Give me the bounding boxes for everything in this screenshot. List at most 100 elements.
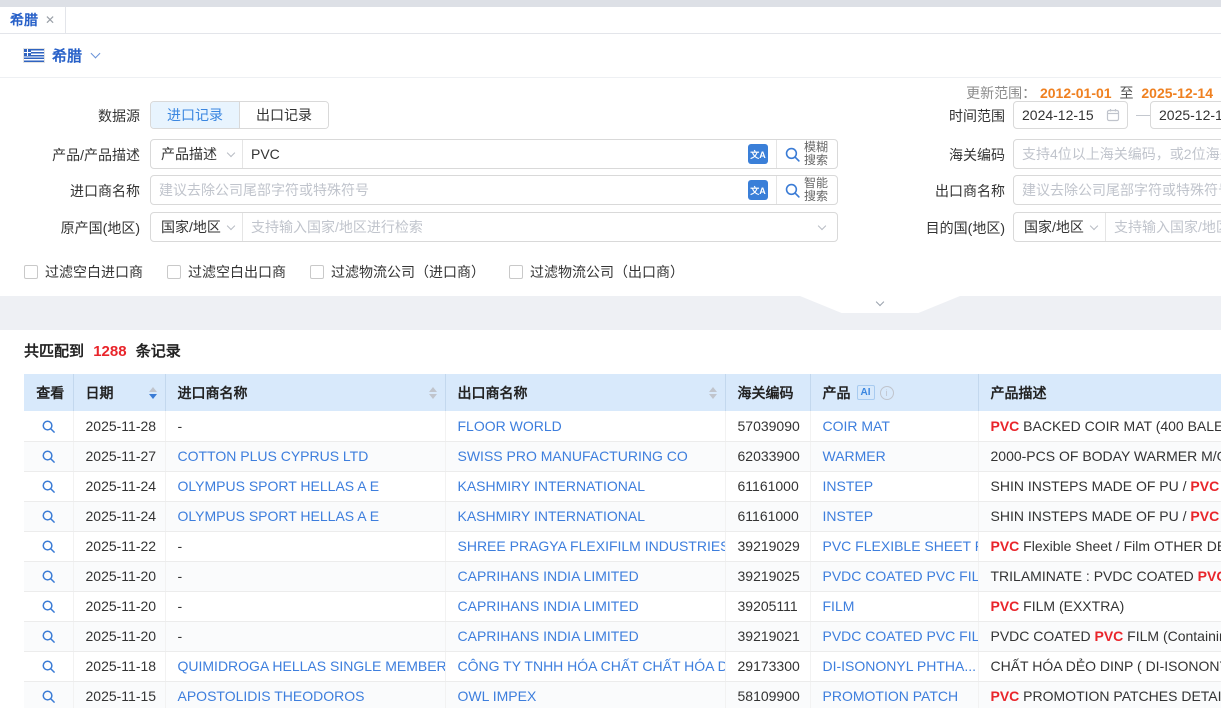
checkbox-filter-blank-importer[interactable]: 过滤空白进口商: [24, 262, 143, 282]
checkbox-filter-logistics-importer[interactable]: 过滤物流公司（进口商）: [310, 262, 485, 282]
product-link[interactable]: FILM: [823, 598, 855, 614]
date-end-input[interactable]: [1150, 101, 1221, 129]
exporter-link[interactable]: OWL IMPEX: [458, 688, 537, 704]
cell-exporter: CAPRIHANS INDIA LIMITED: [445, 591, 725, 621]
chevron-down-icon: [876, 298, 884, 306]
importer-link[interactable]: OLYMPUS SPORT HELLAS A E: [178, 508, 380, 524]
origin-input[interactable]: [243, 213, 819, 241]
checkbox-label: 过滤空白出口商: [188, 262, 286, 282]
collapse-form-button[interactable]: [800, 296, 960, 313]
product-link[interactable]: WARMER: [823, 448, 886, 464]
data-source-label: 数据源: [0, 106, 140, 126]
chevron-down-icon[interactable]: [818, 221, 826, 229]
importer-link[interactable]: OLYMPUS SPORT HELLAS A E: [178, 478, 380, 494]
exporter-link[interactable]: SWISS PRO MANUFACTURING CO: [458, 448, 688, 464]
exporter-link[interactable]: KASHMIRY INTERNATIONAL: [458, 508, 645, 524]
table-row: 2025-11-20-CAPRIHANS INDIA LIMITED392051…: [24, 591, 1221, 621]
product-link[interactable]: INSTEP: [823, 478, 874, 494]
product-link[interactable]: INSTEP: [823, 508, 874, 524]
cell-exporter: KASHMIRY INTERNATIONAL: [445, 501, 725, 531]
view-record-icon[interactable]: [41, 509, 56, 524]
product-search-input[interactable]: [243, 140, 748, 168]
cell-view: [24, 441, 73, 471]
exporter-input[interactable]: [1013, 175, 1221, 205]
importer-link[interactable]: APOSTOLIDIS THEODOROS: [178, 688, 365, 704]
sort-carets[interactable]: [149, 387, 157, 399]
tab-greece[interactable]: 希腊 ✕: [0, 7, 66, 33]
tab-title: 希腊: [10, 10, 38, 30]
chevron-down-icon: [1090, 221, 1098, 229]
column-header-3[interactable]: 出口商名称: [445, 374, 725, 411]
destination-type-select[interactable]: 国家/地区: [1014, 213, 1106, 241]
view-record-icon[interactable]: [41, 449, 56, 464]
cell-exporter: SHREE PRAGYA FLEXIFILM INDUSTRIES: [445, 531, 725, 561]
exporter-link[interactable]: FLOOR WORLD: [458, 418, 562, 434]
translate-icon[interactable]: 文A: [748, 180, 768, 200]
hs-code-input[interactable]: [1013, 139, 1221, 169]
records-table: 查看日期进口商名称出口商名称海关编码产品AIi产品描述 2025-11-28-F…: [24, 374, 1221, 708]
cell-importer: -: [165, 561, 445, 591]
importer-link[interactable]: COTTON PLUS CYPRUS LTD: [178, 448, 369, 464]
smart-search-button[interactable]: 智能搜索: [776, 176, 837, 204]
product-link[interactable]: PVC FLEXIBLE SHEET F...: [823, 538, 979, 554]
column-label: 海关编码: [738, 383, 794, 403]
cell-description: PVC Flexible Sheet / Film OTHER DET...: [978, 531, 1221, 561]
cell-product: PVC FLEXIBLE SHEET F...: [810, 531, 978, 561]
cell-exporter: SWISS PRO MANUFACTURING CO: [445, 441, 725, 471]
exporter-link[interactable]: CAPRIHANS INDIA LIMITED: [458, 568, 639, 584]
sort-carets[interactable]: [709, 387, 717, 399]
exporter-link[interactable]: SHREE PRAGYA FLEXIFILM INDUSTRIES: [458, 538, 726, 554]
importer-input[interactable]: [151, 176, 748, 204]
destination-input[interactable]: [1106, 213, 1221, 241]
info-icon[interactable]: i: [880, 386, 894, 400]
calendar-icon[interactable]: [1106, 108, 1120, 125]
exporter-link[interactable]: CAPRIHANS INDIA LIMITED: [458, 598, 639, 614]
column-label: 产品: [823, 383, 851, 403]
sort-carets[interactable]: [429, 387, 437, 399]
exporter-link[interactable]: KASHMIRY INTERNATIONAL: [458, 478, 645, 494]
view-record-icon[interactable]: [41, 569, 56, 584]
view-record-icon[interactable]: [41, 629, 56, 644]
column-header-1[interactable]: 日期: [73, 374, 165, 411]
tab-export-records[interactable]: 出口记录: [239, 102, 328, 128]
cell-product: PVDC COATED PVC FIL...: [810, 621, 978, 651]
cell-hs-code: 61161000: [725, 501, 810, 531]
tab-import-records[interactable]: 进口记录: [151, 102, 239, 128]
checkbox-icon[interactable]: [167, 265, 181, 279]
cell-hs-code: 39219021: [725, 621, 810, 651]
view-record-icon[interactable]: [41, 689, 56, 704]
product-link[interactable]: PROMOTION PATCH: [823, 688, 959, 704]
view-record-icon[interactable]: [41, 539, 56, 554]
product-link[interactable]: PVDC COATED PVC FIL...: [823, 568, 979, 584]
checkbox-filter-logistics-exporter[interactable]: 过滤物流公司（出口商）: [509, 262, 684, 282]
view-record-icon[interactable]: [41, 599, 56, 614]
view-record-icon[interactable]: [41, 479, 56, 494]
cell-exporter: OWL IMPEX: [445, 681, 725, 708]
translate-icon[interactable]: 文A: [748, 144, 768, 164]
checkbox-icon[interactable]: [509, 265, 523, 279]
chevron-down-icon[interactable]: [91, 49, 101, 59]
checkbox-icon[interactable]: [24, 265, 38, 279]
cell-description: SHIN INSTEPS MADE OF PU / PVC M...: [978, 501, 1221, 531]
close-icon[interactable]: ✕: [45, 13, 55, 27]
date-separator: —: [1136, 106, 1150, 122]
cell-exporter: FLOOR WORLD: [445, 411, 725, 441]
fuzzy-search-button[interactable]: 模糊搜索: [776, 140, 837, 168]
cell-view: [24, 681, 73, 708]
checkbox-icon[interactable]: [310, 265, 324, 279]
importer-link[interactable]: QUIMIDROGA HELLAS SINGLE MEMBER PC: [178, 658, 446, 674]
exporter-link[interactable]: CÔNG TY TNHH HÓA CHẤT CHẤT HÓA DẺ...: [458, 658, 726, 674]
column-header-2[interactable]: 进口商名称: [165, 374, 445, 411]
checkbox-filter-blank-exporter[interactable]: 过滤空白出口商: [167, 262, 286, 282]
origin-type-select[interactable]: 国家/地区: [151, 213, 243, 241]
data-source-toggle: 进口记录 出口记录: [150, 101, 329, 129]
product-link[interactable]: DI-ISONONYL PHTHA...: [823, 658, 977, 674]
cell-product: FILM: [810, 591, 978, 621]
view-record-icon[interactable]: [41, 419, 56, 434]
cell-description: CHẤT HÓA DẺO DINP ( DI-ISONONY...: [978, 651, 1221, 681]
view-record-icon[interactable]: [41, 659, 56, 674]
product-link[interactable]: COIR MAT: [823, 418, 890, 434]
product-link[interactable]: PVDC COATED PVC FIL...: [823, 628, 979, 644]
exporter-link[interactable]: CAPRIHANS INDIA LIMITED: [458, 628, 639, 644]
product-type-select[interactable]: 产品描述: [151, 140, 243, 168]
